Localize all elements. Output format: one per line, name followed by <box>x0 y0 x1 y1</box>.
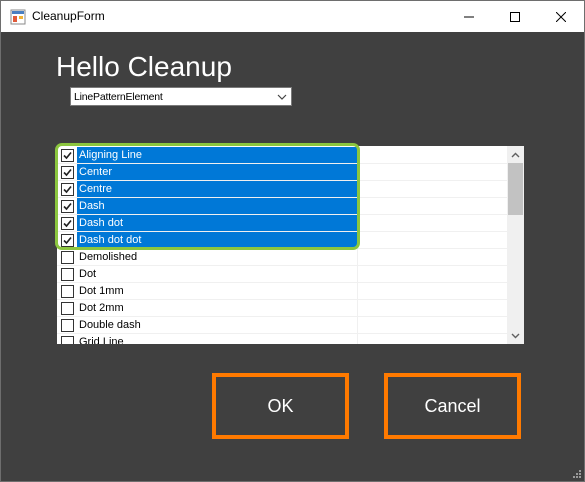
list-item[interactable]: Centre <box>57 181 507 198</box>
list-item-label: Dot <box>79 268 97 280</box>
item-checkbox[interactable] <box>61 166 74 179</box>
column-divider <box>357 181 358 198</box>
column-divider <box>357 300 358 317</box>
selection-highlight <box>77 164 357 181</box>
close-icon <box>556 11 566 22</box>
list-item-label: Dot 2mm <box>79 302 124 314</box>
vertical-scrollbar[interactable] <box>507 146 524 344</box>
checkmark-icon <box>63 236 72 245</box>
item-checkbox[interactable] <box>61 319 74 332</box>
list-item-label: Demolished <box>79 251 138 263</box>
app-icon <box>10 9 26 25</box>
list-item[interactable]: Dot 1mm <box>57 283 507 300</box>
item-checkbox[interactable] <box>61 217 74 230</box>
column-divider <box>357 266 358 283</box>
item-checkbox[interactable] <box>61 336 74 344</box>
chevron-up-icon <box>511 152 520 157</box>
list-item[interactable]: Dash dot dot <box>57 232 507 249</box>
item-checkbox[interactable] <box>61 234 74 247</box>
scroll-up-button[interactable] <box>507 146 524 163</box>
column-divider <box>357 164 358 181</box>
column-divider <box>357 283 358 300</box>
column-divider <box>357 198 358 215</box>
column-divider <box>357 215 358 232</box>
list-item[interactable]: Grid Line <box>57 334 507 344</box>
cancel-button[interactable]: Cancel <box>384 373 521 439</box>
checkmark-icon <box>63 219 72 228</box>
column-divider <box>357 334 358 344</box>
minimize-icon <box>464 16 474 17</box>
list-item[interactable]: Dash <box>57 198 507 215</box>
item-checkbox[interactable] <box>61 285 74 298</box>
selection-highlight <box>77 181 357 198</box>
item-checkbox[interactable] <box>61 183 74 196</box>
checkmark-icon <box>63 168 72 177</box>
minimize-button[interactable] <box>446 1 492 32</box>
list-item[interactable]: Dot 2mm <box>57 300 507 317</box>
item-checkbox[interactable] <box>61 251 74 264</box>
list-item-label: Dash dot dot <box>79 234 142 246</box>
element-type-combobox[interactable]: LinePatternElement <box>70 87 292 106</box>
list-item-label: Dash dot <box>79 217 124 229</box>
selection-highlight <box>77 198 357 215</box>
maximize-icon <box>510 11 520 22</box>
title-bar[interactable]: CleanupForm <box>1 1 584 32</box>
column-divider <box>357 147 358 164</box>
list-item-label: Grid Line <box>79 336 124 344</box>
list-item[interactable]: Aligning Line <box>57 147 507 164</box>
list-item-label: Dash <box>79 200 105 212</box>
checked-list-box[interactable]: Aligning Line Center Centre Dash Dash dot Das… <box>57 146 524 344</box>
scroll-thumb[interactable] <box>508 163 523 215</box>
ok-button[interactable]: OK <box>212 373 349 439</box>
combobox-value: LinePatternElement <box>74 91 163 103</box>
list-item[interactable]: Double dash <box>57 317 507 334</box>
maximize-button[interactable] <box>492 1 538 32</box>
chevron-down-icon[interactable] <box>277 92 287 102</box>
column-divider <box>357 249 358 266</box>
column-divider <box>357 317 358 334</box>
list-item-label: Centre <box>79 183 113 195</box>
list-item-label: Double dash <box>79 319 141 331</box>
list-item[interactable]: Dash dot <box>57 215 507 232</box>
list-item[interactable]: Center <box>57 164 507 181</box>
list-item-label: Aligning Line <box>79 149 142 161</box>
list-item[interactable]: Demolished <box>57 249 507 266</box>
item-checkbox[interactable] <box>61 302 74 315</box>
page-heading: Hello Cleanup <box>56 51 232 82</box>
column-divider <box>357 232 358 249</box>
checkmark-icon <box>63 151 72 160</box>
checkmark-icon <box>63 202 72 211</box>
chevron-down-icon <box>511 333 520 338</box>
item-checkbox[interactable] <box>61 268 74 281</box>
item-checkbox[interactable] <box>61 200 74 213</box>
cleanup-form-window: CleanupForm Hello Cleanup LinePatternEle… <box>0 0 585 482</box>
resize-grip-icon[interactable] <box>571 468 581 478</box>
list-item[interactable]: Dot <box>57 266 507 283</box>
list-item-label: Dot 1mm <box>79 285 124 297</box>
window-title: CleanupForm <box>32 9 105 23</box>
item-checkbox[interactable] <box>61 149 74 162</box>
list-item-label: Center <box>79 166 113 178</box>
close-button[interactable] <box>538 1 584 32</box>
checkmark-icon <box>63 185 72 194</box>
scroll-down-button[interactable] <box>507 327 524 344</box>
